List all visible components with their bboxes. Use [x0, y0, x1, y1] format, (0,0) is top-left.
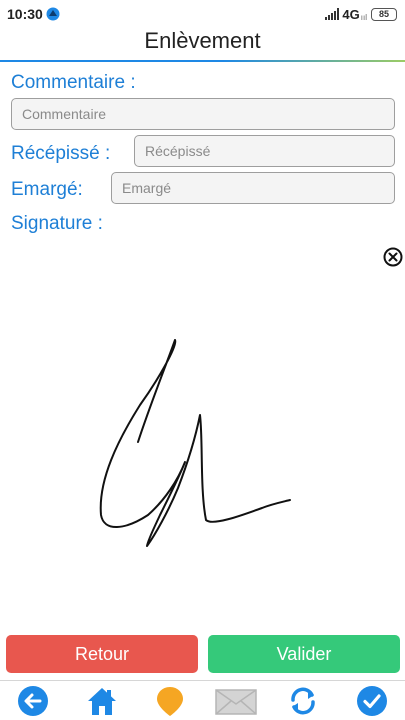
recepisse-input[interactable] — [134, 135, 395, 167]
status-bar: 10:30 4G ııl 85 — [0, 0, 405, 28]
network-activity: ııl — [360, 12, 367, 22]
check-icon[interactable] — [356, 685, 388, 717]
mail-icon[interactable] — [215, 685, 257, 717]
status-indicators: 4G ııl 85 — [325, 6, 397, 22]
network-type: 4G — [342, 6, 360, 22]
page-header: Enlèvement — [0, 28, 405, 62]
clear-signature-icon[interactable] — [383, 247, 403, 267]
location-pin-icon[interactable] — [154, 685, 186, 717]
signature-pad[interactable] — [0, 240, 405, 630]
commentaire-input[interactable] — [11, 98, 395, 130]
signature-label: Signature : — [11, 213, 103, 234]
emarge-input[interactable] — [111, 172, 395, 204]
sync-icon[interactable] — [287, 685, 319, 717]
back-icon[interactable] — [17, 685, 49, 717]
retour-button[interactable]: Retour — [6, 635, 198, 673]
header-divider — [0, 60, 405, 62]
home-icon[interactable] — [86, 685, 118, 717]
page-title: Enlèvement — [144, 28, 261, 53]
app-notification-icon — [46, 7, 60, 21]
signature-stroke — [99, 339, 291, 547]
valider-button[interactable]: Valider — [208, 635, 400, 673]
status-time: 10:30 — [7, 6, 43, 22]
battery-indicator: 85 — [371, 7, 397, 21]
recepisse-label: Récépissé : — [11, 143, 111, 164]
bottom-nav — [0, 680, 405, 720]
emarge-label: Emargé: — [11, 179, 83, 200]
commentaire-label: Commentaire : — [11, 72, 136, 93]
signal-icon — [325, 8, 340, 20]
